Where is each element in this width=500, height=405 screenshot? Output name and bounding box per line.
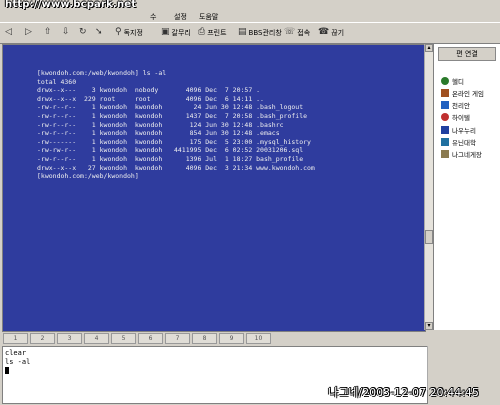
- connect-icon: ☏: [284, 27, 296, 37]
- nownuri-icon: [441, 125, 449, 134]
- scroll-up-icon[interactable]: ▴: [425, 44, 433, 52]
- toolbar: ◁ ▷ ⇧ ⇩ ↻ ➘ ⚲ 독지정 ▣ 갈무리 ⎙ 프린트 ▤ BBS관리창 ☏ 접속 ☎…: [0, 22, 500, 44]
- command-input-text: clear ls -al: [5, 349, 31, 366]
- session-tab-8[interactable]: 8: [192, 333, 217, 344]
- gear-icon: [441, 76, 449, 85]
- forward-icon: ▷: [25, 27, 32, 37]
- refresh-button[interactable]: ↻: [79, 26, 87, 39]
- sidebar-item-hitel[interactable]: 하이텔: [441, 111, 470, 122]
- forward-button[interactable]: ▷: [25, 26, 32, 39]
- session-tab-6[interactable]: 6: [138, 333, 163, 344]
- sidebar-item-chollian[interactable]: 천리안: [441, 99, 470, 110]
- session-tab-10[interactable]: 10: [246, 333, 271, 344]
- upload-button[interactable]: ⇧: [44, 26, 52, 39]
- download-icon: ⇩: [62, 27, 70, 37]
- title-bar: http://www.bcpark.net: [0, 0, 500, 11]
- text-cursor: [5, 367, 9, 374]
- sidebar-item-nownuri[interactable]: 나우누리: [441, 124, 476, 135]
- connect-button[interactable]: ☏ 접속: [284, 26, 310, 39]
- sidebar-item-heldi[interactable]: 헬디: [441, 75, 464, 86]
- disconnect-icon: ☎: [318, 27, 330, 37]
- sidebar-header[interactable]: 편 연결: [438, 47, 496, 61]
- back-button[interactable]: ◁: [5, 26, 12, 39]
- nav-button[interactable]: ➘: [95, 26, 103, 39]
- disconnect-button[interactable]: ☎ 끊기: [318, 26, 344, 39]
- session-tab-7[interactable]: 7: [165, 333, 190, 344]
- capture-button[interactable]: ▣ 갈무리: [161, 26, 191, 39]
- scroll-down-icon[interactable]: ▾: [425, 322, 433, 330]
- search-button[interactable]: ⚲ 독지정: [115, 26, 143, 39]
- chollian-icon: [441, 100, 449, 109]
- scroll-thumb[interactable]: [425, 230, 433, 244]
- connection-sidebar: 편 연결 헬디 온라인 게임 천리안 하이텔 나우누리 유닌대학 나그네게장: [433, 44, 500, 330]
- printer-icon: ⎙: [198, 27, 206, 37]
- magnify-icon: ⚲: [115, 27, 122, 37]
- window-icon: ▤: [238, 27, 247, 37]
- session-tabs: 1 2 3 4 5 6 7 8 9 10: [0, 333, 500, 345]
- sidebar-item-online-game[interactable]: 온라인 게임: [441, 87, 484, 98]
- terminal-output: [kwondoh.com:/web/kwondoh] ls -al total …: [37, 69, 315, 181]
- terminal-screen[interactable]: [kwondoh.com:/web/kwondoh] ls -al total …: [2, 44, 426, 332]
- watermark-url: http://www.bcpark.net: [5, 0, 137, 10]
- document-icon: [441, 149, 449, 158]
- session-tab-4[interactable]: 4: [84, 333, 109, 344]
- game-icon: [441, 88, 449, 97]
- hitel-icon: [441, 112, 449, 121]
- refresh-icon: ↻: [79, 27, 87, 37]
- sidebar-item-university[interactable]: 유닌대학: [441, 136, 476, 147]
- session-tab-9[interactable]: 9: [219, 333, 244, 344]
- session-tab-1[interactable]: 1: [3, 333, 28, 344]
- save-icon: ▣: [161, 27, 170, 37]
- menu-bar: 수 설정 도움말: [0, 11, 500, 22]
- menu-item-help[interactable]: 도움말: [199, 12, 218, 22]
- back-icon: ◁: [5, 27, 12, 37]
- arrow-icon: ➘: [95, 27, 103, 37]
- menu-item[interactable]: 수: [150, 12, 156, 22]
- session-tab-5[interactable]: 5: [111, 333, 136, 344]
- print-button[interactable]: ⎙ 프린트: [198, 26, 227, 39]
- session-tab-2[interactable]: 2: [30, 333, 55, 344]
- university-icon: [441, 137, 449, 146]
- terminal-scrollbar[interactable]: ▴ ▾: [424, 44, 433, 330]
- download-button[interactable]: ⇩: [62, 26, 70, 39]
- session-tab-3[interactable]: 3: [57, 333, 82, 344]
- bbs-manager-button[interactable]: ▤ BBS관리창: [238, 26, 282, 39]
- sidebar-item-nagne[interactable]: 나그네게장: [441, 148, 482, 159]
- date-watermark: 나그네/2003-12-07 20:44:45: [328, 386, 479, 399]
- upload-icon: ⇧: [44, 27, 52, 37]
- menu-item-settings[interactable]: 설정: [174, 12, 187, 22]
